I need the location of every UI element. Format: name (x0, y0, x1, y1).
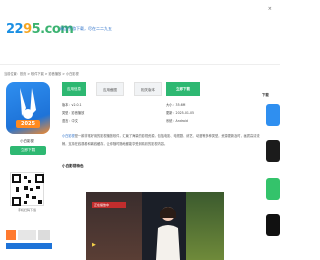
tab-screenshots[interactable]: 应用截图 (96, 82, 124, 96)
share-qq-icon[interactable] (18, 230, 36, 240)
qr-code (10, 172, 44, 206)
header-divider (0, 64, 280, 65)
site-header: 2295.com 精品手游下载，尽在二二九五 × (0, 0, 280, 64)
info-version: 版本：v2.0.1 (62, 103, 82, 107)
app-description: 小白影视是一款非常好用的影视播放软件，汇聚了海量的影视资源，包括电影、电视剧、综… (62, 132, 260, 148)
video-tag: 正在播放中 (92, 202, 126, 208)
logo-text-1: 22 (6, 22, 24, 37)
info-type: 类型：影音播放 (62, 111, 85, 115)
close-icon[interactable]: × (268, 6, 272, 12)
info-size: 大小：35.6M (166, 103, 186, 107)
video-person-icon (156, 207, 180, 260)
video-player[interactable]: 正在播放中 ▶ (86, 192, 224, 260)
share-wechat-icon[interactable] (38, 230, 50, 240)
play-icon[interactable]: ▶ (92, 242, 96, 248)
rail-app-icon-2[interactable] (266, 140, 280, 162)
rail-app-icon-4[interactable] (266, 214, 280, 236)
left-bottom-banner[interactable] (6, 243, 52, 249)
info-update: 更新：2025-01-05 (166, 111, 195, 115)
app-name: 小白影视 (20, 139, 34, 143)
logo-text-2: 9 (23, 22, 32, 37)
right-rail-label: 下载 (262, 93, 269, 97)
description-text: 是一款非常好用的影视播放软件，汇聚了海量的影视资源，包括电影、电视剧、综艺、动漫… (62, 134, 260, 146)
download-button[interactable]: 立即下载 (10, 146, 46, 155)
section-title: 小白影视特色 (62, 164, 84, 168)
app-icon: 2025 (6, 82, 50, 134)
year-badge: 2025 (16, 120, 40, 128)
qr-label: 手机扫码下载 (17, 208, 36, 212)
tab-app-info[interactable]: 应用信息 (62, 82, 86, 96)
description-lead: 小白影视 (62, 134, 75, 138)
video-scene-right (186, 192, 224, 260)
breadcrumb[interactable]: 当前位置：首页 > 软件下载 > 影音播放 > 小白影视 (4, 71, 79, 76)
share-weibo-icon[interactable] (6, 230, 16, 240)
site-logo[interactable]: 2295.com (6, 20, 74, 40)
tab-download[interactable]: 立即下载 (166, 82, 200, 96)
share-bar (6, 230, 52, 240)
qr-code-icon (12, 174, 44, 206)
rail-app-icon-1[interactable] (266, 104, 280, 126)
rail-app-icon-3[interactable] (266, 178, 280, 200)
info-language: 语言：中文 (62, 119, 78, 123)
tab-versions[interactable]: 相关版本 (134, 82, 162, 96)
info-system: 系统：Android (166, 119, 188, 123)
site-slogan: 精品手游下载，尽在二二九五 (60, 26, 112, 31)
